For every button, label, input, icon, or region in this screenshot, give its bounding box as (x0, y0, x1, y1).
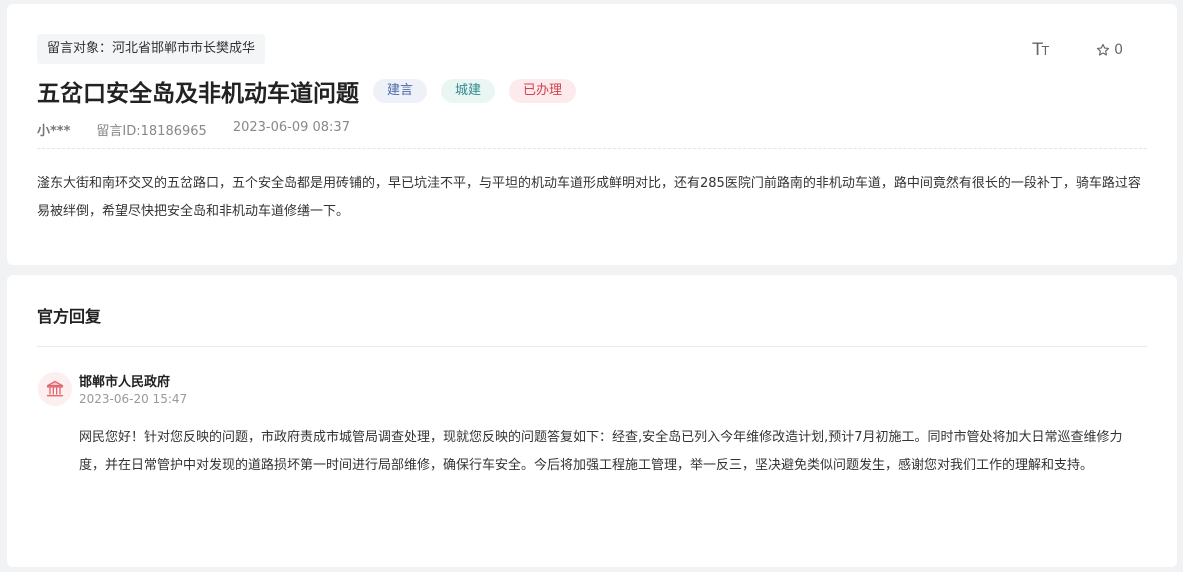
divider (37, 148, 1147, 149)
divider (37, 346, 1147, 347)
status-badge: 已办理 (509, 79, 577, 103)
message-actions: TT 0 (1032, 40, 1123, 60)
message-datetime: 2023-06-09 08:37 (232, 120, 350, 135)
message-meta: 小*** 留言ID:18186965 2023-06-09 08:37 (37, 120, 350, 139)
message-card: 留言对象：河北省邯郸市市长樊成华 TT 0 五岔口安全岛及非机动车道问题 建言 … (7, 4, 1177, 265)
message-id: 留言ID:18186965 (96, 124, 207, 139)
reply-org-name: 邯郸市人民政府 (79, 375, 171, 390)
star-count: 0 (1114, 42, 1123, 58)
font-size-icon[interactable]: TT (1032, 40, 1049, 60)
title-row: 五岔口安全岛及非机动车道问题 建言 城建 已办理 (37, 74, 577, 108)
page-title: 五岔口安全岛及非机动车道问题 (37, 81, 359, 107)
author-name: 小*** (37, 124, 71, 139)
favorite-button[interactable]: 0 (1096, 42, 1123, 58)
government-building-icon (46, 380, 64, 397)
message-content: 滏东大街和南环交叉的五岔路口，五个安全岛都是用砖铺的，早已坑洼不平，与平坦的机动… (37, 176, 1141, 219)
tag-category: 建言 (373, 79, 428, 103)
reply-section-title: 官方回复 (37, 307, 102, 326)
star-outline-icon (1096, 43, 1110, 56)
avatar (38, 372, 72, 406)
message-target: 留言对象：河北省邯郸市市长樊成华 (37, 34, 266, 64)
reply-content: 网民您好！针对您反映的问题，市政府责成市城管局调查处理，现就您反映的问题答复如下… (79, 430, 1123, 473)
tag-field: 城建 (441, 79, 496, 103)
reply-card: 官方回复 邯郸市人民政府 2023-06-20 15:47 网民您好！针对您反映… (7, 275, 1177, 567)
reply-datetime: 2023-06-20 15:47 (79, 392, 188, 406)
